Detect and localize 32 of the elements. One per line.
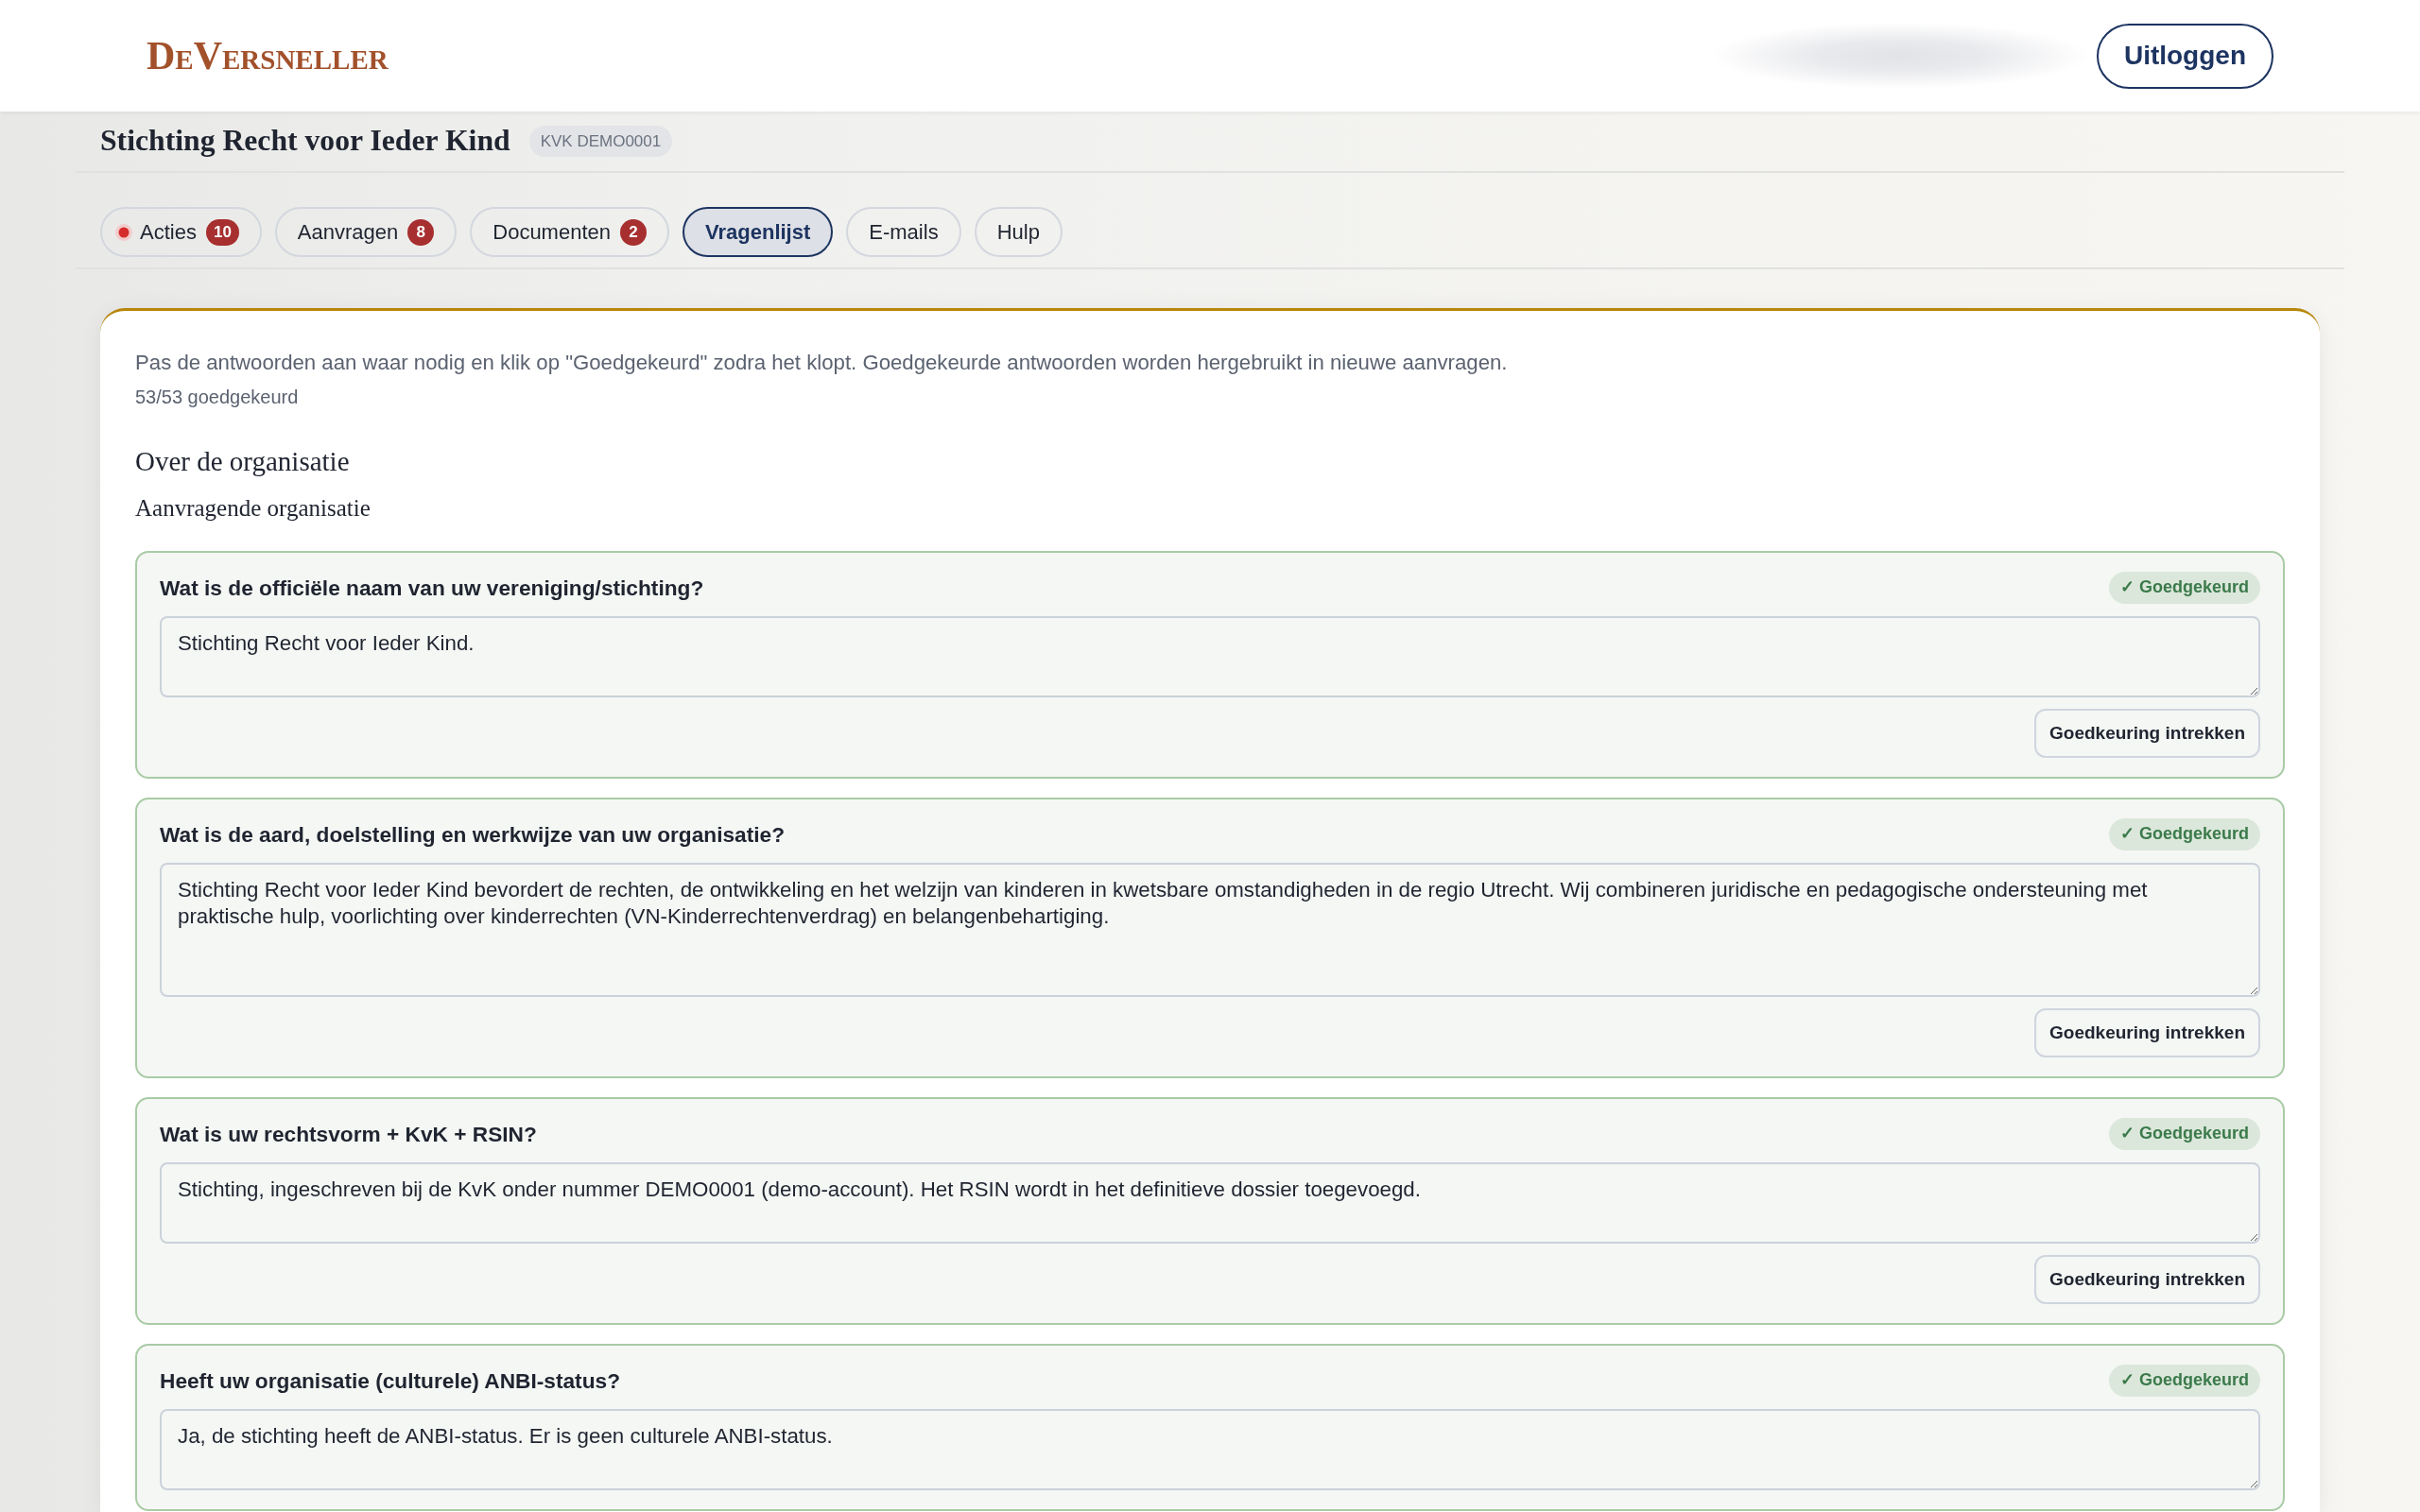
answer-field[interactable]: Stichting, ingeschreven bij de KvK onder nummer DEMO0001 (demo-account). Het RSIN wordt in het definitieve dossier toegevoegd. (160, 1162, 2260, 1245)
question-text: Wat is de aard, doelstelling en werkwijze van uw organisatie? (160, 821, 786, 850)
status-tag: ✓ Goedgekeurd (2108, 818, 2260, 850)
status-tag: ✓ Goedgekeurd (2108, 572, 2260, 604)
tab[interactable]: Vragenlijst (683, 207, 834, 257)
count-badge: 8 (407, 218, 435, 246)
intro-text: Pas de antwoorden aan waar nodig en klik op "Goedgekeurd" zodra het klopt. Goedgekeurde antwoorden worden hergebruikt in nieuwe aanvragen. (135, 350, 1509, 376)
count-badge: 10 (205, 218, 239, 246)
answer-field[interactable]: Stichting Recht voor Ieder Kind bevordert de rechten, de ontwikkeling en het welzijn van kinderen in kwetsbare omstandigheden in de regio Utrecht. Wij combineren juridische en pedagogische ondersteuning met praktische hulp, voorlichting over kinderrechten (VN-Kinderrechtenverdrag) en belangenbehartiging. (160, 863, 2260, 998)
tab[interactable]: Aanvragen 8 (274, 207, 458, 257)
revoke-approval-button[interactable]: Goedkeuring intrekken (2034, 1255, 2260, 1305)
question-text: Heeft uw organisatie (culturele) ANBI-status? (160, 1367, 620, 1396)
question-text: Wat is uw rechtsvorm + KvK + RSIN? (160, 1121, 537, 1149)
subsection-heading: Aanvragende organisatie (135, 494, 372, 523)
tab[interactable]: E-mails (846, 207, 961, 257)
status-tag: ✓ Goedgekeurd (2108, 1365, 2260, 1397)
tab[interactable]: Documenten 2 (470, 207, 669, 257)
progress-text: 53/53 goedgekeurd (135, 386, 300, 410)
count-badge: 2 (620, 218, 647, 246)
question-text: Wat is de officiële naam van uw vereniging/stichting? (160, 575, 704, 602)
tab[interactable]: Hulp (974, 207, 1063, 257)
section-heading: Over de organisatie (135, 445, 351, 478)
logo[interactable]: DeVersneller (147, 36, 389, 76)
organization-title: Stichting Recht voor Ieder Kind (100, 123, 510, 160)
logout-button[interactable]: Uitloggen (2096, 23, 2273, 89)
answer-field[interactable]: Ja, de stichting heeft de ANBI-status. Er is geen culturele ANBI-status. (160, 1409, 2260, 1491)
status-tag: ✓ Goedgekeurd (2108, 1118, 2260, 1150)
revoke-approval-button[interactable]: Goedkeuring intrekken (2034, 1008, 2260, 1058)
answer-field[interactable]: Stichting Recht voor Ieder Kind. (160, 616, 2260, 698)
kvk-tag: KVK DEMO0001 (528, 125, 673, 158)
tab[interactable]: Acties 10 (100, 207, 262, 257)
revoke-approval-button[interactable]: Goedkeuring intrekken (2034, 709, 2260, 759)
